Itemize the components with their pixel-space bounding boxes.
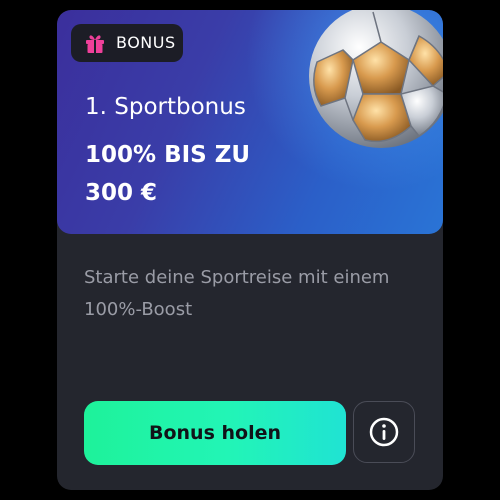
bonus-title: 1. Sportbonus [85, 94, 246, 120]
bonus-banner: BONUS 1. Sportbonus 100% BIS ZU 300 € [57, 10, 443, 234]
bonus-description: Starte deine Sportreise mit einem 100%-B… [84, 267, 390, 320]
soccer-ball-icon [309, 10, 443, 148]
get-bonus-button[interactable]: Bonus holen [84, 401, 346, 465]
info-icon [369, 417, 399, 447]
gift-icon [86, 35, 104, 53]
badge-label: BONUS [116, 33, 176, 52]
info-button[interactable] [353, 401, 415, 463]
bonus-offer-line-2: 300 € [85, 180, 158, 206]
bonus-offer-line-1: 100% BIS ZU [85, 142, 251, 168]
bonus-badge: BONUS [71, 24, 183, 62]
sports-bonus-card: BONUS 1. Sportbonus 100% BIS ZU 300 € St… [57, 10, 443, 490]
